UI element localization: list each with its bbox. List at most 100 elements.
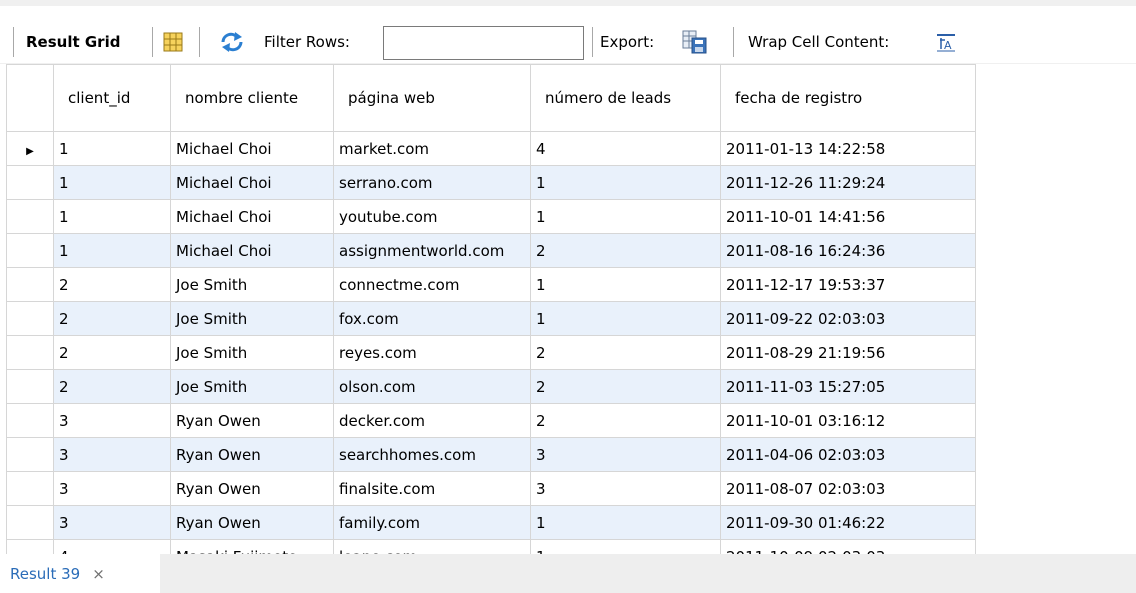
table-row[interactable]: 3 Ryan Owen family.com 1 2011-09-30 01:4…: [6, 505, 976, 540]
table-row[interactable]: ▶ 1 Michael Choi market.com 4 2011-01-13…: [6, 131, 976, 166]
column-header-pagina-web[interactable]: página web: [333, 64, 531, 132]
cell-pagina-web[interactable]: reyes.com: [333, 335, 531, 370]
row-selector[interactable]: [6, 165, 54, 200]
cell-client-id[interactable]: 3: [53, 505, 171, 540]
table-row[interactable]: 1 Michael Choi serrano.com 1 2011-12-26 …: [6, 165, 976, 200]
column-header-numero-de-leads[interactable]: número de leads: [530, 64, 721, 132]
cell-pagina-web[interactable]: decker.com: [333, 403, 531, 438]
cell-client-id[interactable]: 3: [53, 471, 171, 506]
cell-pagina-web[interactable]: family.com: [333, 505, 531, 540]
cell-numero-de-leads[interactable]: 2: [530, 335, 721, 370]
cell-fecha-de-registro[interactable]: 2011-08-29 21:19:56: [720, 335, 976, 370]
table-row[interactable]: 1 Michael Choi youtube.com 1 2011-10-01 …: [6, 199, 976, 234]
cell-nombre-cliente[interactable]: Michael Choi: [170, 199, 334, 234]
grid-icon[interactable]: [162, 24, 184, 60]
cell-nombre-cliente[interactable]: Ryan Owen: [170, 437, 334, 472]
cell-numero-de-leads[interactable]: 3: [530, 471, 721, 506]
cell-fecha-de-registro[interactable]: 2011-04-06 02:03:03: [720, 437, 976, 472]
cell-numero-de-leads[interactable]: 1: [530, 505, 721, 540]
cell-numero-de-leads[interactable]: 2: [530, 233, 721, 268]
cell-nombre-cliente[interactable]: Michael Choi: [170, 165, 334, 200]
cell-fecha-de-registro[interactable]: 2011-12-26 11:29:24: [720, 165, 976, 200]
cell-nombre-cliente[interactable]: Michael Choi: [170, 131, 334, 166]
refresh-icon[interactable]: [219, 24, 245, 60]
row-selector[interactable]: [6, 301, 54, 336]
cell-fecha-de-registro[interactable]: 2011-12-17 19:53:37: [720, 267, 976, 302]
cell-client-id[interactable]: 2: [53, 335, 171, 370]
cell-pagina-web[interactable]: searchhomes.com: [333, 437, 531, 472]
cell-nombre-cliente[interactable]: Joe Smith: [170, 369, 334, 404]
table-row[interactable]: 3 Ryan Owen finalsite.com 3 2011-08-07 0…: [6, 471, 976, 506]
cell-fecha-de-registro[interactable]: 2011-11-03 15:27:05: [720, 369, 976, 404]
row-selector[interactable]: [6, 437, 54, 472]
cell-pagina-web[interactable]: finalsite.com: [333, 471, 531, 506]
cell-client-id[interactable]: 3: [53, 437, 171, 472]
cell-nombre-cliente[interactable]: Ryan Owen: [170, 403, 334, 438]
cell-client-id[interactable]: 1: [53, 199, 171, 234]
cell-client-id[interactable]: 2: [53, 301, 171, 336]
cell-numero-de-leads[interactable]: 2: [530, 369, 721, 404]
filter-rows-input[interactable]: [383, 26, 584, 60]
table-row[interactable]: 4 Masaki Fujimoto leane.com 1 2011-10-09…: [6, 539, 976, 554]
cell-numero-de-leads[interactable]: 1: [530, 301, 721, 336]
cell-client-id[interactable]: 2: [53, 369, 171, 404]
cell-client-id[interactable]: 3: [53, 403, 171, 438]
row-selector[interactable]: [6, 233, 54, 268]
cell-fecha-de-registro[interactable]: 2011-08-07 02:03:03: [720, 471, 976, 506]
row-selector[interactable]: [6, 403, 54, 438]
cell-fecha-de-registro[interactable]: 2011-10-01 03:16:12: [720, 403, 976, 438]
cell-nombre-cliente[interactable]: Joe Smith: [170, 335, 334, 370]
export-icon[interactable]: [682, 24, 708, 60]
cell-fecha-de-registro[interactable]: 2011-09-30 01:46:22: [720, 505, 976, 540]
cell-numero-de-leads[interactable]: 1: [530, 539, 721, 554]
cell-numero-de-leads[interactable]: 2: [530, 403, 721, 438]
column-header-fecha-de-registro[interactable]: fecha de registro: [720, 64, 976, 132]
result-grid-button[interactable]: Result Grid: [26, 24, 120, 60]
row-selector[interactable]: [6, 505, 54, 540]
cell-fecha-de-registro[interactable]: 2011-08-16 16:24:36: [720, 233, 976, 268]
cell-numero-de-leads[interactable]: 1: [530, 199, 721, 234]
cell-fecha-de-registro[interactable]: 2011-10-01 14:41:56: [720, 199, 976, 234]
cell-fecha-de-registro[interactable]: 2011-09-22 02:03:03: [720, 301, 976, 336]
cell-pagina-web[interactable]: leane.com: [333, 539, 531, 554]
cell-nombre-cliente[interactable]: Ryan Owen: [170, 471, 334, 506]
table-row[interactable]: 3 Ryan Owen searchhomes.com 3 2011-04-06…: [6, 437, 976, 472]
table-row[interactable]: 2 Joe Smith connectme.com 1 2011-12-17 1…: [6, 267, 976, 302]
row-selector[interactable]: [6, 335, 54, 370]
cell-numero-de-leads[interactable]: 1: [530, 165, 721, 200]
row-selector[interactable]: ▶: [6, 131, 54, 166]
wrap-text-icon[interactable]: A: [935, 24, 957, 60]
cell-pagina-web[interactable]: connectme.com: [333, 267, 531, 302]
cell-numero-de-leads[interactable]: 4: [530, 131, 721, 166]
cell-nombre-cliente[interactable]: Michael Choi: [170, 233, 334, 268]
column-header-nombre-cliente[interactable]: nombre cliente: [170, 64, 334, 132]
cell-client-id[interactable]: 1: [53, 165, 171, 200]
table-row[interactable]: 2 Joe Smith fox.com 1 2011-09-22 02:03:0…: [6, 301, 976, 336]
row-selector[interactable]: [6, 199, 54, 234]
cell-numero-de-leads[interactable]: 3: [530, 437, 721, 472]
cell-fecha-de-registro[interactable]: 2011-01-13 14:22:58: [720, 131, 976, 166]
cell-nombre-cliente[interactable]: Masaki Fujimoto: [170, 539, 334, 554]
row-selector[interactable]: [6, 471, 54, 506]
table-row[interactable]: 2 Joe Smith reyes.com 2 2011-08-29 21:19…: [6, 335, 976, 370]
row-selector[interactable]: [6, 369, 54, 404]
result-grid[interactable]: client_id nombre cliente página web núme…: [6, 64, 1018, 554]
tab-result-39[interactable]: Result 39 ×: [0, 554, 160, 593]
table-row[interactable]: 1 Michael Choi assignmentworld.com 2 201…: [6, 233, 976, 268]
cell-pagina-web[interactable]: serrano.com: [333, 165, 531, 200]
table-row[interactable]: 3 Ryan Owen decker.com 2 2011-10-01 03:1…: [6, 403, 976, 438]
cell-nombre-cliente[interactable]: Joe Smith: [170, 267, 334, 302]
cell-numero-de-leads[interactable]: 1: [530, 267, 721, 302]
cell-pagina-web[interactable]: olson.com: [333, 369, 531, 404]
cell-client-id[interactable]: 4: [53, 539, 171, 554]
close-icon[interactable]: ×: [92, 565, 105, 583]
cell-pagina-web[interactable]: fox.com: [333, 301, 531, 336]
row-selector[interactable]: [6, 267, 54, 302]
cell-pagina-web[interactable]: market.com: [333, 131, 531, 166]
cell-client-id[interactable]: 1: [53, 131, 171, 166]
cell-nombre-cliente[interactable]: Ryan Owen: [170, 505, 334, 540]
cell-fecha-de-registro[interactable]: 2011-10-09 02:03:03: [720, 539, 976, 554]
column-header-client-id[interactable]: client_id: [53, 64, 171, 132]
cell-pagina-web[interactable]: youtube.com: [333, 199, 531, 234]
cell-client-id[interactable]: 2: [53, 267, 171, 302]
